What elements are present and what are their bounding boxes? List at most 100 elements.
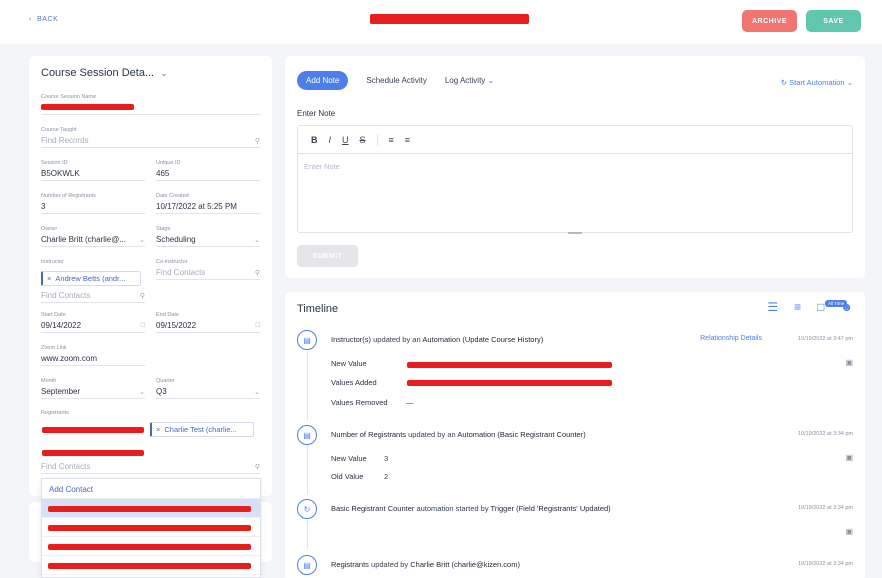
row-value: — [406,398,414,407]
all-time-badge: All Time [825,300,848,307]
event-verb: updated by an [406,430,458,439]
calendar-icon: □ [255,322,260,329]
start-automation-label: Start Automation [789,78,845,87]
italic-button[interactable]: I [329,135,332,145]
field-label: Course Session Name [41,94,97,100]
row-value: 2 [384,472,389,481]
session-details-panel: Course Session Deta... ⌄ Course Session … [29,56,272,496]
instructor-chip[interactable]: × Andrew Betts (andr... [41,271,141,286]
strikethrough-button[interactable]: S [360,135,366,145]
field-label: End Date [156,312,179,318]
event-timestamp: 10/19/2022 at 3:34 pm [797,431,853,437]
comment-icon[interactable]: ▣ [845,358,853,367]
registrants-search[interactable]: Find Contacts ⚲ [41,462,260,474]
quarter-select[interactable]: Q3 ⌄ [156,387,260,399]
chip-label: Charlie Test (charlie... [164,425,237,434]
stage-select[interactable]: Scheduling ⌄ [156,235,260,247]
dropdown-option[interactable] [42,518,260,537]
field-label: Date Created [156,193,189,199]
dropdown-option[interactable] [42,537,260,556]
event-actor[interactable]: Automation (Update Course History) [422,335,543,344]
remove-icon[interactable]: × [156,425,160,434]
add-contact-option[interactable]: Add Contact [42,479,260,499]
field-label: Registrants [41,410,69,416]
event-actor[interactable]: Charlie Britt (charlie@kizen.com) [410,560,520,569]
start-date-input[interactable]: 09/14/2022 □ [41,321,145,333]
dropdown-option[interactable] [42,556,260,575]
save-button[interactable]: SAVE [806,10,861,32]
field-zoom-link[interactable]: Zoom Link www.zoom.com [41,345,145,366]
start-date-value: 09/14/2022 [41,321,82,330]
comment-icon[interactable]: ▣ [845,527,853,536]
field-stage[interactable]: Stage Scheduling ⌄ [156,226,260,247]
timeline-event: ▤ Registrants updated by Charlie Britt (… [297,555,853,575]
tab-add-note[interactable]: Add Note [297,71,349,90]
tab-schedule-activity[interactable]: Schedule Activity [366,76,426,85]
start-automation-button[interactable]: ↻ Start Automation ⌄ [781,78,853,87]
relationship-details-link[interactable]: Relationship Details [700,335,762,342]
month-select[interactable]: September ⌄ [41,387,145,399]
event-verb: updated by an [371,335,423,344]
redacted-registrant-chip [42,450,144,456]
field-month[interactable]: Month September ⌄ [41,378,145,399]
back-button[interactable]: ‹ BACK [29,16,58,23]
contacts-dropdown[interactable]: Add Contact [41,478,261,578]
bullet-list-icon[interactable]: ≡ [405,135,410,145]
bold-button[interactable]: B [311,135,318,145]
event-timestamp: 10/19/2022 at 3:34 pm [797,505,853,511]
chip-label: Andrew Betts (andr... [55,274,126,283]
event-actor[interactable]: Automation (Basic Registrant Counter) [457,430,585,439]
dropdown-option[interactable] [42,499,260,518]
quarter-value: Q3 [156,387,167,396]
toolbar-divider [376,133,378,146]
field-quarter[interactable]: Quarter Q3 ⌄ [156,378,260,399]
event-text: Instructor(s) updated by an Automation (… [331,335,543,344]
registrant-chip[interactable]: × Charlie Test (charlie... [150,422,254,437]
ordered-list-icon[interactable]: ≡ [389,135,394,145]
end-date-input[interactable]: 09/15/2022 □ [156,321,260,333]
co-instructor-input[interactable]: Find Contacts ⚲ [156,268,260,280]
field-registrants[interactable]: Registrants [41,410,260,419]
layers-icon[interactable]: ☰ [767,300,778,314]
registrants-search-input[interactable]: Find Contacts ⚲ [41,462,260,474]
tab-log-activity[interactable]: Log Activity ⌄ [445,76,494,85]
owner-value: Charlie Britt (charlie@... [41,235,127,244]
course-taught-input[interactable]: Find Records ⚲ [41,136,260,148]
submit-button[interactable]: SUBMIT [297,245,358,267]
placeholder: Find Contacts [156,268,206,277]
row-key: New Value [331,359,367,368]
top-bar: ‹ BACK ARCHIVE SAVE [0,0,882,44]
redacted-session-name [41,104,134,110]
field-label: Zoom Link [41,345,67,351]
archive-button[interactable]: ARCHIVE [742,10,797,32]
field-course-taught[interactable]: Course Taught Find Records ⚲ [41,127,260,148]
comment-icon[interactable]: ▣ [845,453,853,462]
calendar-filter-icon[interactable]: □ All Time [817,300,848,314]
field-start-date[interactable]: Start Date 09/14/2022 □ [41,312,145,333]
zoom-link-value[interactable]: www.zoom.com [41,354,145,366]
field-co-instructor[interactable]: Co-instructor Find Contacts ⚲ [156,259,260,280]
timeline-event: ▤ Instructor(s) updated by an Automation… [297,330,853,410]
back-label: BACK [36,16,59,23]
search-icon: ⚲ [254,463,260,471]
redacted-page-title [370,14,529,24]
activity-tabs: Add Note Schedule Activity Log Activity … [297,71,494,90]
event-actor[interactable]: Trigger (Field 'Registrants' Updated) [491,504,611,513]
placeholder: Find Records [41,136,89,145]
resize-handle[interactable] [568,232,582,234]
note-editor[interactable]: B I U S ≡ ≡ Enter Note [297,125,853,234]
event-subject: Instructor(s) [331,335,372,344]
note-placeholder: Enter Note [304,162,340,171]
instructor-search-input[interactable]: Find Contacts ⚲ [41,291,145,303]
field-owner[interactable]: Owner Charlie Britt (charlie@... ⌄ [41,226,145,247]
field-end-date[interactable]: End Date 09/15/2022 □ [156,312,260,333]
field-instructor[interactable]: Instructor × Andrew Betts (andr... Find … [41,259,145,303]
owner-select[interactable]: Charlie Britt (charlie@... ⌄ [41,235,145,247]
filter-icon[interactable]: ≡ [794,300,801,314]
panel-header[interactable]: Course Session Deta... ⌄ [41,67,168,79]
remove-icon[interactable]: × [47,274,51,283]
timeline-title: Timeline [297,303,339,315]
chevron-down-icon: ⌄ [487,76,495,85]
underline-button[interactable]: U [342,135,349,145]
event-text: Basic Registrant Counter automation star… [331,504,611,513]
